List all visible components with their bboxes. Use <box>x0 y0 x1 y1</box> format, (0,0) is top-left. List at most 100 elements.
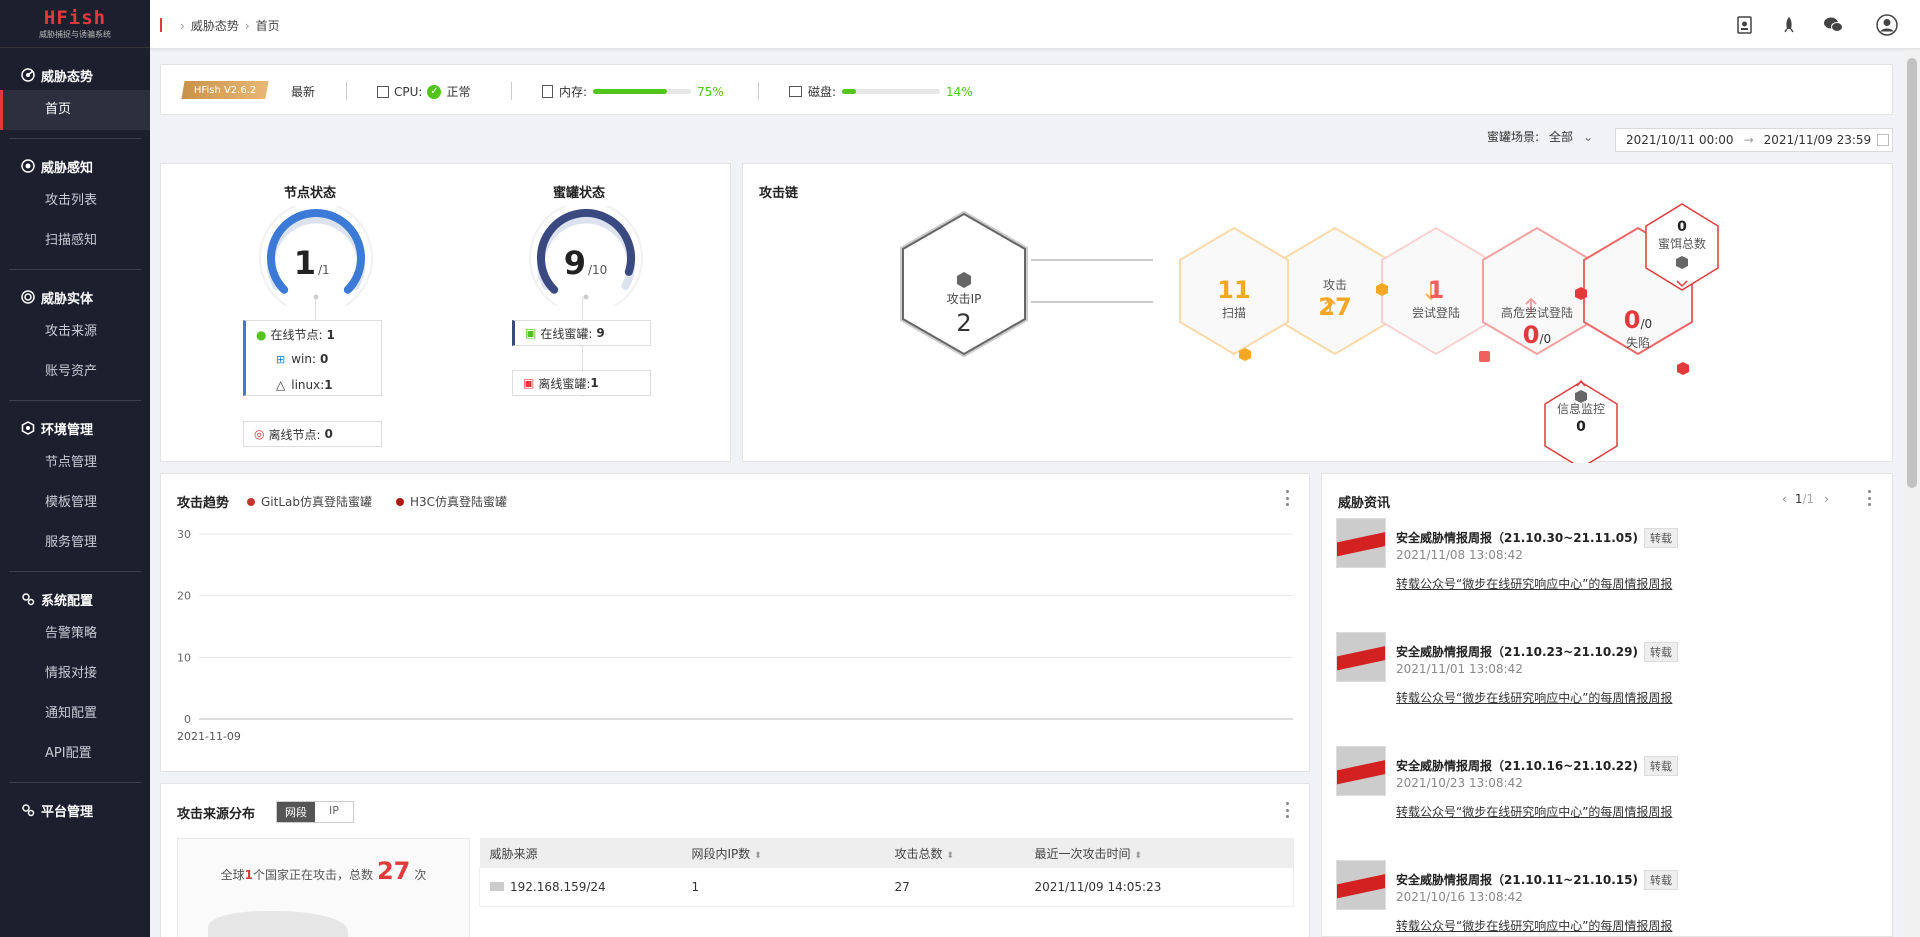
sidebar-item-template-management[interactable]: 模板管理 <box>9 483 141 523</box>
column-header[interactable]: 最近一次攻击时间 ⬍ <box>1035 838 1294 868</box>
chevron-left-icon[interactable]: ‹ <box>1782 492 1787 506</box>
news-title[interactable]: 安全威胁情报周报（21.10.16~21.10.22) 转载 <box>1396 756 1678 776</box>
more-menu-icon[interactable] <box>1285 802 1289 818</box>
offline-honeypot-label: 离线蜜罐: <box>538 376 591 391</box>
scene-filter[interactable]: 蜜罐场景: 全部 ⌄ <box>1487 128 1593 145</box>
sidebar-item-attack-source[interactable]: 攻击来源 <box>9 312 141 352</box>
disk-label: 磁盘: <box>808 85 837 99</box>
scene-select[interactable]: 全部 <box>1549 128 1573 145</box>
sidebar-item-account-asset[interactable]: 账号资产 <box>9 352 141 392</box>
windows-icon: ⊞ <box>276 352 286 366</box>
attack-source-panel: 攻击来源分布 网段 IP 全球1个国家正在攻击，总数 27 次 威胁来源 网段内IP… <box>160 783 1310 937</box>
attack-source-table: 威胁来源 网段内IP数 ⬍ 攻击总数 ⬍ 最近一次攻击时间 ⬍ 192.168.… <box>479 838 1294 907</box>
nav-group-header[interactable]: 威胁感知 <box>9 151 141 181</box>
sort-icon[interactable]: ⬍ <box>754 851 762 861</box>
scan-count: 11 <box>1217 276 1251 304</box>
sidebar-item-notification-config[interactable]: 通知配置 <box>9 694 141 734</box>
top-bar: › 威胁态势 › 首页 <box>150 0 1920 49</box>
news-pages: /1 <box>1802 492 1815 506</box>
news-link[interactable]: 转载公众号“微步在线研究响应中心”的每周情报周报 <box>1396 917 1672 934</box>
sidebar-item-node-management[interactable]: 节点管理 <box>9 443 141 483</box>
news-title[interactable]: 安全威胁情报周报（21.10.30~21.11.05) 转载 <box>1396 528 1678 548</box>
tab-segment[interactable]: 网段 <box>277 802 315 822</box>
legend-label[interactable]: H3C仿真登陆蜜罐 <box>410 493 507 510</box>
compromised-count: 0 <box>1623 306 1641 334</box>
bait-count: 0 <box>1677 219 1687 235</box>
cpu-status-text: 正常 <box>446 85 471 99</box>
more-menu-icon[interactable] <box>1867 490 1871 506</box>
news-link[interactable]: 转载公众号“微步在线研究响应中心”的每周情报周报 <box>1396 575 1672 592</box>
news-item[interactable]: 安全威胁情报周报（21.10.30~21.11.05) 转载 2021/11/08… <box>1336 518 1796 628</box>
location-pin-icon: ◎ <box>254 427 265 441</box>
column-header[interactable]: 网段内IP数 ⬍ <box>692 838 895 868</box>
date-range-picker[interactable]: 2021/10/11 00:00 → 2021/11/09 23:59 <box>1615 128 1893 152</box>
sidebar-item-home[interactable]: 首页 <box>0 90 150 130</box>
rocket-icon[interactable] <box>1778 14 1800 36</box>
news-thumbnail <box>1336 518 1386 568</box>
sidebar-item-alert-policy[interactable]: 告警策略 <box>9 614 141 654</box>
page-scrollbar[interactable] <box>1904 50 1920 937</box>
legend-label[interactable]: GitLab仿真登陆蜜罐 <box>261 493 372 510</box>
news-pager: ‹ 1/1 › <box>1782 492 1829 506</box>
nav-group-header[interactable]: 威胁实体 <box>9 282 141 312</box>
chevron-down-icon[interactable]: ⌄ <box>1583 130 1593 144</box>
high-risk-login-total: /0 <box>1539 332 1552 346</box>
high-risk-login-count: 0 <box>1522 321 1540 349</box>
news-link[interactable]: 转载公众号“微步在线研究响应中心”的每周情报周报 <box>1396 689 1672 706</box>
news-item[interactable]: 安全威胁情报周报（21.10.23~21.10.29) 转载 2021/11/01… <box>1336 632 1796 742</box>
gears-icon <box>21 592 35 606</box>
cpu-icon <box>377 85 389 98</box>
news-tag: 转载 <box>1643 870 1678 890</box>
date-from[interactable]: 2021/10/11 00:00 <box>1626 133 1734 147</box>
logo[interactable]: HFish 威胁捕捉与诱骗系统 <box>0 0 150 48</box>
wechat-icon[interactable] <box>1822 14 1844 36</box>
compromised-node[interactable]: 0/0 失陷 <box>1584 306 1692 351</box>
news-item[interactable]: 安全威胁情报周报（21.10.11~21.10.15) 转载 2021/10/16… <box>1336 860 1796 937</box>
sort-icon[interactable]: ⬍ <box>1134 851 1142 861</box>
high-risk-login-node[interactable]: 高危尝试登陆 0/0 <box>1483 304 1591 349</box>
attack-node[interactable]: 攻击 27 <box>1281 276 1389 321</box>
attack-summary: 全球1个国家正在攻击，总数 27 次 <box>220 857 427 885</box>
column-header[interactable]: 攻击总数 ⬍ <box>895 838 1035 868</box>
attack-ip-node[interactable]: 攻击IP 2 <box>904 290 1024 337</box>
user-avatar-icon[interactable] <box>1876 14 1898 36</box>
accent-bar <box>160 18 162 32</box>
source-cell: 192.168.159/24 <box>510 879 606 894</box>
sidebar-item-api-config[interactable]: API配置 <box>9 734 141 774</box>
news-title[interactable]: 安全威胁情报周报（21.10.23~21.10.29) 转载 <box>1396 642 1678 662</box>
date-to[interactable]: 2021/11/09 23:59 <box>1764 133 1872 147</box>
x-axis-label: 2021-11-09 <box>177 730 241 743</box>
online-node-count: 1 <box>326 327 335 342</box>
sort-icon[interactable]: ⬍ <box>946 851 954 861</box>
bait-node[interactable]: 0 蜜饵总数 <box>1646 219 1718 252</box>
news-item[interactable]: 安全威胁情报周报（21.10.16~21.10.22) 转载 2021/10/23… <box>1336 746 1796 856</box>
offline-honeypot-count: 1 <box>590 376 599 390</box>
calendar-icon[interactable] <box>1877 134 1890 146</box>
tab-ip[interactable]: IP <box>315 802 353 822</box>
try-login-node[interactable]: 1 尝试登陆 <box>1382 276 1490 321</box>
docs-icon[interactable] <box>1734 14 1756 36</box>
more-menu-icon[interactable] <box>1285 490 1289 506</box>
monitor-node[interactable]: 信息监控 0 <box>1545 400 1617 435</box>
news-title[interactable]: 安全威胁情报周报（21.10.11~21.10.15) 转载 <box>1396 870 1678 890</box>
offline-node-count: 0 <box>324 427 333 441</box>
chevron-right-icon[interactable]: › <box>1824 492 1829 506</box>
nav-group-header[interactable]: 威胁态势 <box>9 60 141 90</box>
sidebar-item-attack-list[interactable]: 攻击列表 <box>9 181 141 221</box>
nav-group-header[interactable]: 平台管理 <box>9 795 141 825</box>
win-node-count: 0 <box>320 352 329 366</box>
try-login-count: 1 <box>1427 276 1445 304</box>
news-link[interactable]: 转载公众号“微步在线研究响应中心”的每周情报周报 <box>1396 803 1672 820</box>
sidebar-item-scan-perception[interactable]: 扫描感知 <box>9 221 141 261</box>
linux-node-count: 1 <box>324 378 333 392</box>
sidebar-item-intel-integration[interactable]: 情报对接 <box>9 654 141 694</box>
scene-label: 蜜罐场景: <box>1487 130 1540 144</box>
sidebar-item-service-management[interactable]: 服务管理 <box>9 523 141 563</box>
svg-text:/1: /1 <box>318 263 330 277</box>
nav-group-header[interactable]: 环境管理 <box>9 413 141 443</box>
table-row[interactable]: 192.168.159/24 1 27 2021/11/09 14:05:23 <box>479 868 1294 906</box>
scrollbar-thumb[interactable] <box>1907 58 1917 488</box>
breadcrumb-parent[interactable]: 威胁态势 <box>191 19 239 33</box>
nav-group-header[interactable]: 系统配置 <box>9 584 141 614</box>
scan-node[interactable]: 11 扫描 <box>1180 276 1288 321</box>
